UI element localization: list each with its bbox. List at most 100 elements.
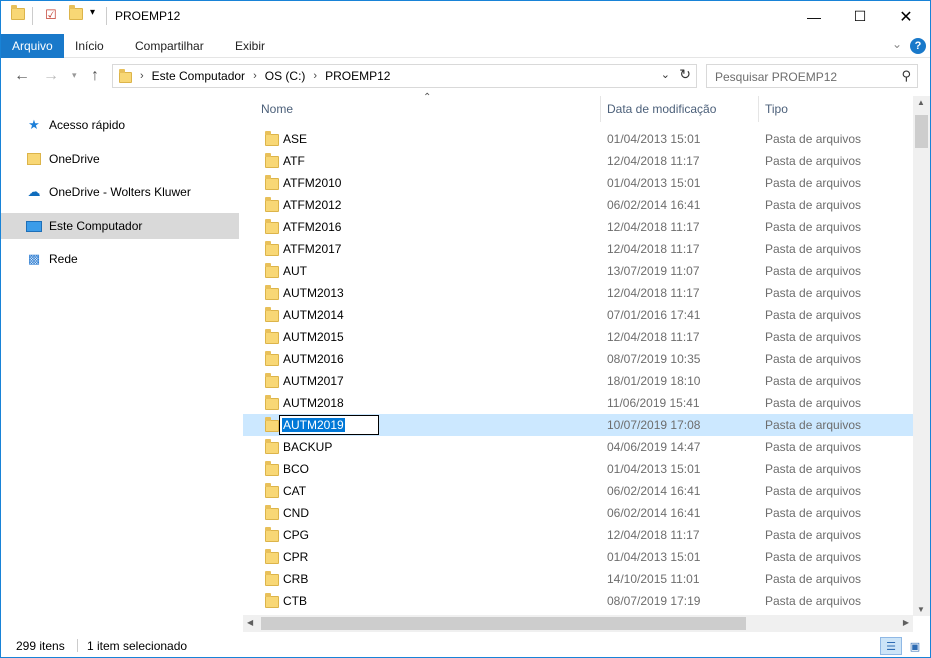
file-row[interactable]: AUTM2018 11/06/2019 15:41 Pasta de arquivo… bbox=[243, 392, 913, 414]
ribbon-tabs: Arquivo Início Compartilhar Exibir ⌄ ? bbox=[1, 34, 930, 58]
file-name: BCO bbox=[283, 462, 310, 476]
new-folder-icon[interactable] bbox=[69, 5, 83, 26]
file-row[interactable]: CRB 14/10/2015 11:01 Pasta de arquivos bbox=[243, 568, 913, 590]
search-input[interactable]: Pesquisar PROEMP12 bbox=[715, 70, 837, 84]
column-divider[interactable] bbox=[600, 96, 601, 122]
file-row[interactable]: AUTM2017 18/01/2019 18:10 Pasta de arquivo… bbox=[243, 370, 913, 392]
file-date: 04/06/2019 14:47 bbox=[607, 440, 701, 454]
nav-item-onedrive-wolters[interactable]: ☁ OneDrive - Wolters Kluwer bbox=[1, 179, 239, 205]
breadcrumb-drive-c[interactable]: OS (C:) bbox=[265, 69, 306, 83]
back-button[interactable]: ← bbox=[14, 67, 30, 85]
file-name: CTB bbox=[283, 594, 307, 608]
file-row[interactable]: AUTM2016 08/07/2019 10:35 Pasta de arquivo… bbox=[243, 348, 913, 370]
file-row[interactable]: CND 06/02/2014 16:41 Pasta de arquivos bbox=[243, 502, 913, 524]
file-row[interactable]: CPG 12/04/2018 11:17 Pasta de arquivos bbox=[243, 524, 913, 546]
folder-icon bbox=[265, 197, 279, 215]
file-row[interactable]: AUTM2014 07/01/2016 17:41 Pasta de arquivo… bbox=[243, 304, 913, 326]
large-icons-view-icon[interactable]: ▣ bbox=[904, 637, 926, 655]
file-row[interactable]: ATFM2012 06/02/2014 16:41 Pasta de arquivo… bbox=[243, 194, 913, 216]
nav-item-label: OneDrive bbox=[49, 152, 100, 166]
nav-item-rede[interactable]: ▩ Rede bbox=[1, 246, 239, 272]
breadcrumb-este-computador[interactable]: Este Computador bbox=[152, 69, 245, 83]
file-row[interactable]: AUTM2019 10/07/2019 17:08 Pasta de arquivo… bbox=[243, 414, 913, 436]
scroll-left-icon[interactable]: ◀ bbox=[247, 618, 253, 627]
nav-item-este-computador[interactable]: Este Computador bbox=[1, 213, 239, 239]
file-row[interactable]: AUTM2013 12/04/2018 11:17 Pasta de arquivo… bbox=[243, 282, 913, 304]
recent-locations-icon[interactable]: ▾ bbox=[72, 70, 77, 81]
nav-item-acesso-rapido[interactable]: ★ Acesso rápido bbox=[1, 112, 239, 138]
breadcrumb-separator-icon[interactable]: › bbox=[140, 70, 144, 82]
file-rows: ASE 01/04/2013 15:01 Pasta de arquivos ATF 1… bbox=[243, 128, 913, 612]
folder-icon bbox=[265, 329, 279, 347]
column-header-name[interactable]: Nome bbox=[261, 102, 293, 116]
file-row[interactable]: CTB 08/07/2019 17:19 Pasta de arquivos bbox=[243, 590, 913, 612]
folder-icon bbox=[265, 175, 279, 193]
file-type: Pasta de arquivos bbox=[765, 550, 862, 564]
file-type: Pasta de arquivos bbox=[765, 286, 862, 300]
nav-item-onedrive[interactable]: OneDrive bbox=[1, 146, 239, 172]
scroll-right-icon[interactable]: ▶ bbox=[903, 618, 909, 627]
scroll-down-icon[interactable]: ▼ bbox=[917, 605, 925, 614]
refresh-icon[interactable]: ↻ bbox=[679, 66, 691, 83]
breadcrumb-separator-icon[interactable]: › bbox=[313, 70, 317, 82]
folder-icon bbox=[265, 153, 279, 171]
file-row[interactable]: CPR 01/04/2013 15:01 Pasta de arquivos bbox=[243, 546, 913, 568]
file-type: Pasta de arquivos bbox=[765, 506, 862, 520]
breadcrumb-proemp12[interactable]: PROEMP12 bbox=[325, 69, 390, 83]
file-name: AUTM2017 bbox=[283, 374, 344, 388]
minimize-button[interactable]: — bbox=[791, 1, 837, 32]
horizontal-scrollbar[interactable]: ◀ ▶ bbox=[243, 615, 913, 632]
folder-icon bbox=[265, 505, 279, 523]
column-header-type[interactable]: Tipo bbox=[765, 102, 788, 116]
folder-icon bbox=[265, 461, 279, 479]
up-button[interactable]: ↑ bbox=[91, 67, 99, 85]
tab-arquivo[interactable]: Arquivo bbox=[1, 34, 64, 58]
scroll-thumb[interactable] bbox=[915, 115, 928, 148]
file-name: CPG bbox=[283, 528, 310, 542]
file-row[interactable]: CAT 06/02/2014 16:41 Pasta de arquivos bbox=[243, 480, 913, 502]
details-view-icon[interactable]: ☰ bbox=[880, 637, 902, 655]
maximize-button[interactable]: ☐ bbox=[837, 1, 883, 32]
file-row[interactable]: ATF 12/04/2018 11:17 Pasta de arquivos bbox=[243, 150, 913, 172]
scroll-up-icon[interactable]: ▲ bbox=[917, 98, 925, 107]
file-row[interactable]: ATFM2010 01/04/2013 15:01 Pasta de arquivo… bbox=[243, 172, 913, 194]
properties-icon[interactable]: ☑ bbox=[45, 7, 57, 25]
scroll-thumb[interactable] bbox=[261, 617, 746, 630]
file-type: Pasta de arquivos bbox=[765, 264, 862, 278]
file-type: Pasta de arquivos bbox=[765, 572, 862, 586]
onedrive-folder-icon bbox=[26, 152, 42, 166]
file-type: Pasta de arquivos bbox=[765, 220, 862, 234]
address-dropdown-icon[interactable]: ⌄ bbox=[661, 68, 670, 81]
file-row[interactable]: AUTM2015 12/04/2018 11:17 Pasta de arquivo… bbox=[243, 326, 913, 348]
column-header-date[interactable]: Data de modificação bbox=[607, 102, 716, 116]
navigation-bar: ← → ▾ ↑ › Este Computador › OS (C:) › PR… bbox=[1, 59, 930, 95]
file-row[interactable]: ASE 01/04/2013 15:01 Pasta de arquivos bbox=[243, 128, 913, 150]
file-date: 14/10/2015 11:01 bbox=[607, 572, 700, 586]
rename-input[interactable]: AUTM2019 bbox=[279, 415, 379, 435]
file-type: Pasta de arquivos bbox=[765, 242, 862, 256]
tab-compartilhar[interactable]: Compartilhar bbox=[124, 34, 215, 58]
file-row[interactable]: ATFM2016 12/04/2018 11:17 Pasta de arquivo… bbox=[243, 216, 913, 238]
tab-inicio[interactable]: Início bbox=[64, 34, 115, 58]
file-type: Pasta de arquivos bbox=[765, 462, 862, 476]
file-row[interactable]: BCO 01/04/2013 15:01 Pasta de arquivos bbox=[243, 458, 913, 480]
help-icon[interactable]: ? bbox=[910, 38, 926, 54]
file-row[interactable]: ATFM2017 12/04/2018 11:17 Pasta de arquivo… bbox=[243, 238, 913, 260]
search-box[interactable]: Pesquisar PROEMP12 ⚲ bbox=[706, 64, 918, 88]
vertical-scrollbar[interactable]: ▲ ▼ bbox=[913, 96, 930, 616]
folder-icon bbox=[265, 131, 279, 149]
forward-button[interactable]: → bbox=[43, 67, 59, 85]
tab-exibir[interactable]: Exibir bbox=[224, 34, 276, 58]
expand-ribbon-icon[interactable]: ⌄ bbox=[892, 37, 902, 51]
file-row[interactable]: AUT 13/07/2019 11:07 Pasta de arquivos bbox=[243, 260, 913, 282]
column-divider[interactable] bbox=[758, 96, 759, 122]
customize-toolbar-icon[interactable]: ▾ bbox=[90, 7, 95, 25]
file-type: Pasta de arquivos bbox=[765, 132, 862, 146]
folder-icon bbox=[265, 527, 279, 545]
close-button[interactable]: ✕ bbox=[883, 1, 929, 32]
address-bar[interactable]: › Este Computador › OS (C:) › PROEMP12 ⌄… bbox=[112, 64, 697, 88]
search-icon: ⚲ bbox=[901, 68, 911, 83]
file-list: ⌃ Nome Data de modificação Tipo ASE 01/04… bbox=[243, 92, 930, 631]
breadcrumb-separator-icon[interactable]: › bbox=[253, 70, 257, 82]
file-row[interactable]: BACKUP 04/06/2019 14:47 Pasta de arquivos bbox=[243, 436, 913, 458]
